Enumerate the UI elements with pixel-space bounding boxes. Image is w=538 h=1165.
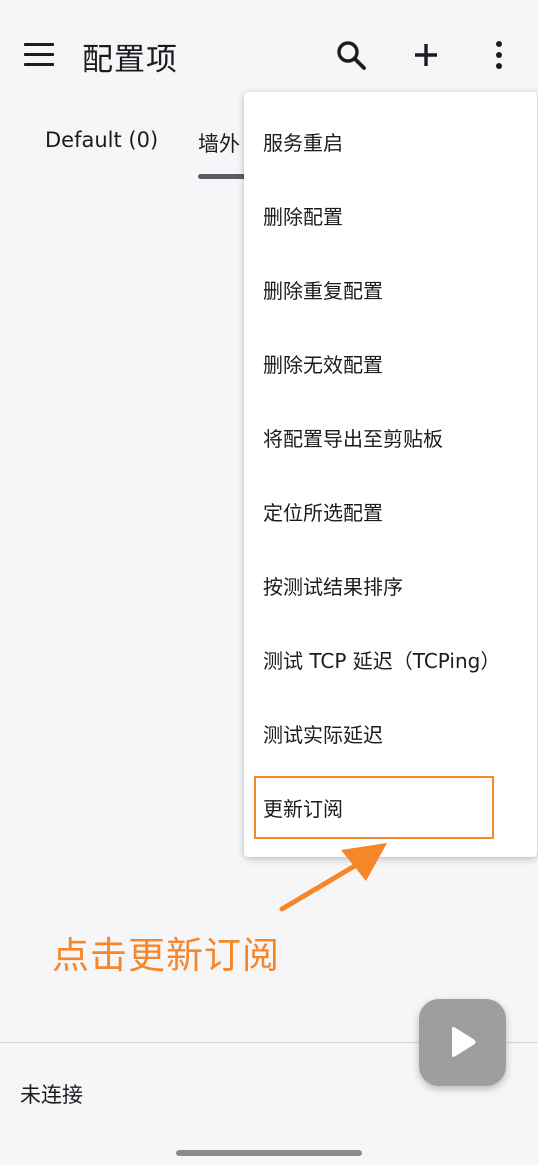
home-indicator[interactable] xyxy=(176,1150,362,1156)
play-icon xyxy=(452,1027,476,1057)
menu-item-delete-config[interactable]: 删除配置 xyxy=(244,178,537,252)
menu-item-delete-duplicate[interactable]: 删除重复配置 xyxy=(244,252,537,326)
menu-item-delete-invalid[interactable]: 删除无效配置 xyxy=(244,326,537,400)
annotation-text: 点击更新订阅 xyxy=(52,934,280,977)
menu-item-export-clipboard[interactable]: 将配置导出至剪贴板 xyxy=(244,400,537,474)
tab-default[interactable]: Default (0) xyxy=(45,128,158,152)
page-title: 配置项 xyxy=(82,42,178,78)
menu-icon[interactable] xyxy=(24,43,54,67)
search-icon[interactable] xyxy=(335,39,367,71)
tab-outside-wall[interactable]: 墙外 xyxy=(198,128,240,158)
menu-item-test-real-delay[interactable]: 测试实际延迟 xyxy=(244,696,537,770)
connect-fab-button[interactable] xyxy=(419,999,506,1086)
connection-status: 未连接 xyxy=(20,1083,83,1107)
menu-item-restart-service[interactable]: 服务重启 xyxy=(244,104,537,178)
menu-item-sort-by-test[interactable]: 按测试结果排序 xyxy=(244,548,537,622)
highlight-box xyxy=(254,776,494,839)
menu-item-test-tcping[interactable]: 测试 TCP 延迟（TCPing） xyxy=(244,622,537,696)
arrow-annotation-icon xyxy=(279,843,387,912)
overflow-menu: 服务重启 删除配置 删除重复配置 删除无效配置 将配置导出至剪贴板 定位所选配置… xyxy=(244,92,537,857)
add-icon[interactable] xyxy=(410,39,442,71)
more-vert-icon[interactable] xyxy=(484,39,514,71)
menu-item-locate-selected[interactable]: 定位所选配置 xyxy=(244,474,537,548)
